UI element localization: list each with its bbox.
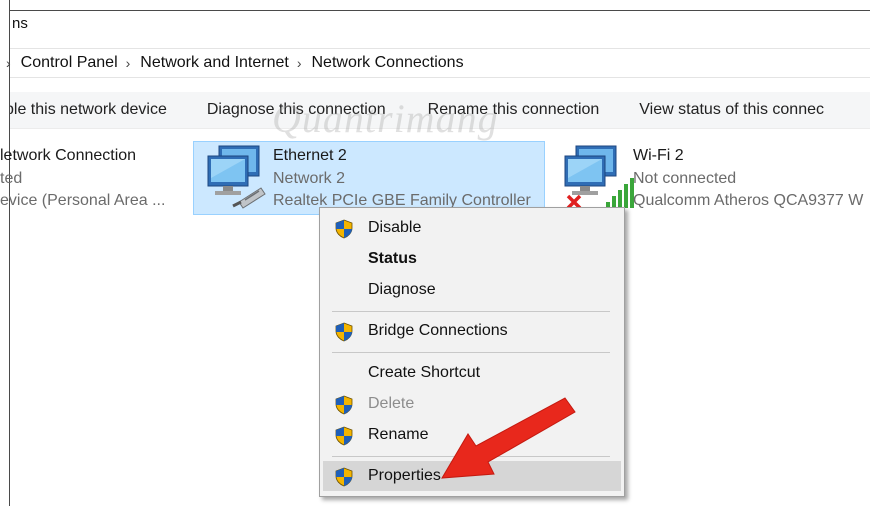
breadcrumb-separator-icon: › xyxy=(125,55,131,71)
window-title: ns xyxy=(10,10,870,36)
menu-item-label: Delete xyxy=(368,395,415,412)
connection-item-wifi-2[interactable]: Wi-Fi 2 Not connected Qualcomm Atheros Q… xyxy=(633,145,863,213)
menu-item-label: Status xyxy=(368,250,417,267)
menu-item-diagnose[interactable]: Diagnose xyxy=(320,275,624,305)
breadcrumb[interactable]: › Control Panel › Network and Internet ›… xyxy=(6,48,870,78)
connection-name: Ethernet 2 xyxy=(273,147,347,164)
connection-name: letwork Connection xyxy=(0,147,137,164)
view-status-command[interactable]: View status of this connec xyxy=(639,101,824,119)
uac-shield-icon xyxy=(334,467,354,492)
breadcrumb-network-connections[interactable]: Network Connections xyxy=(312,54,464,72)
breadcrumb-separator-icon: › xyxy=(6,55,11,71)
menu-item-status[interactable]: Status xyxy=(320,244,624,274)
menu-item-label: Rename xyxy=(368,426,429,443)
connection-device: Qualcomm Atheros QCA9377 W xyxy=(633,192,864,209)
ethernet-network-icon xyxy=(205,144,269,215)
uac-shield-icon xyxy=(334,426,354,451)
connection-item-bluetooth[interactable]: letwork Connection ted evice (Personal A… xyxy=(0,145,165,213)
menu-item-label: Create Shortcut xyxy=(368,364,481,381)
menu-item-label: Diagnose xyxy=(368,281,436,298)
menu-separator xyxy=(332,352,610,353)
uac-shield-icon xyxy=(334,219,354,244)
breadcrumb-network-and-internet[interactable]: Network and Internet xyxy=(140,54,289,72)
connection-name: Wi-Fi 2 xyxy=(633,147,684,164)
connection-status: Not connected xyxy=(633,169,737,187)
menu-item-disable[interactable]: Disable xyxy=(320,213,624,243)
disable-device-command[interactable]: ble this network device xyxy=(10,101,167,119)
menu-item-label: Bridge Connections xyxy=(368,322,508,339)
diagnose-connection-command[interactable]: Diagnose this connection xyxy=(207,101,386,119)
menu-item-bridge-connections[interactable]: Bridge Connections xyxy=(320,316,624,346)
menu-item-label: Disable xyxy=(368,219,422,236)
connection-device: evice (Personal Area ... xyxy=(0,192,166,209)
breadcrumb-separator-icon: › xyxy=(296,55,302,71)
connection-text-ethernet-2: Ethernet 2 Network 2 Realtek PCIe GBE Fa… xyxy=(273,145,531,213)
uac-shield-icon xyxy=(334,322,354,347)
command-bar: ble this network device Diagnose this co… xyxy=(10,92,870,129)
uac-shield-icon xyxy=(334,395,354,420)
rename-connection-command[interactable]: Rename this connection xyxy=(428,101,600,119)
breadcrumb-control-panel[interactable]: Control Panel xyxy=(21,54,118,72)
connection-status: ted xyxy=(0,169,23,187)
connection-status: Network 2 xyxy=(273,169,346,187)
menu-item-create-shortcut[interactable]: Create Shortcut xyxy=(320,358,624,388)
red-arrow-icon xyxy=(430,392,580,497)
menu-separator xyxy=(332,311,610,312)
